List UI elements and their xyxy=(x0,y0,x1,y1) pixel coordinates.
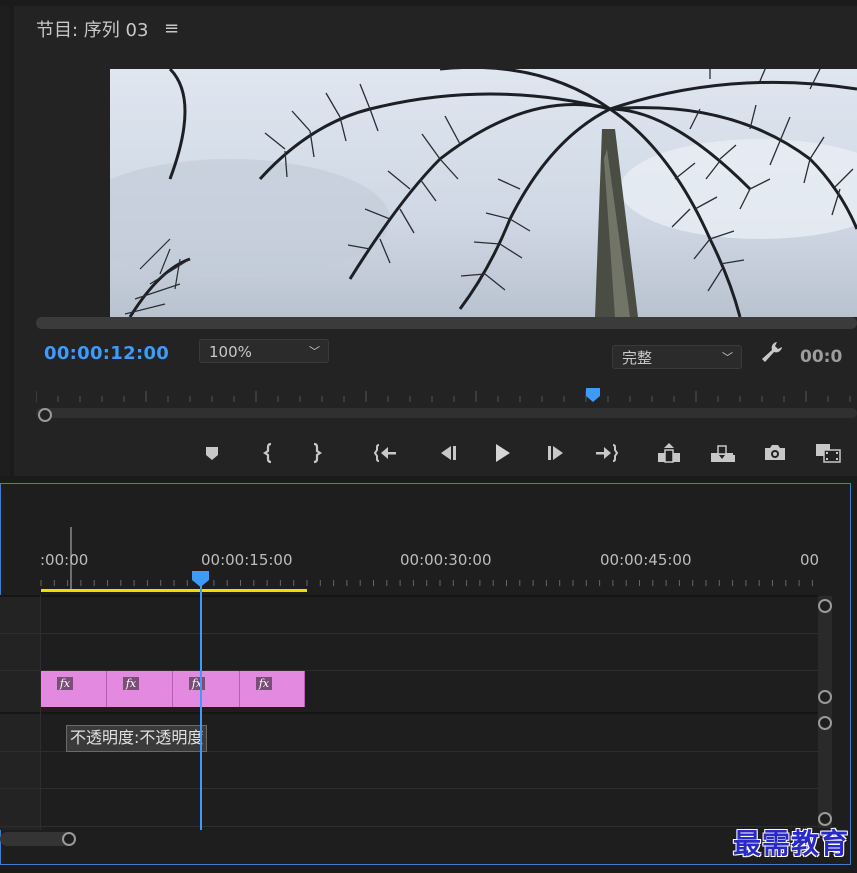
ruler-label: :00:00 xyxy=(40,551,89,569)
brand-watermark: 最需教育 xyxy=(733,827,850,860)
hamburger-menu-icon[interactable]: ≡ xyxy=(164,18,179,39)
track-divider xyxy=(0,595,818,597)
mini-playhead[interactable] xyxy=(586,388,600,402)
scroll-handle-top[interactable] xyxy=(818,599,832,613)
step-back-icon[interactable] xyxy=(434,438,464,468)
track-divider xyxy=(0,826,818,827)
fx-badge[interactable]: fx xyxy=(256,677,272,690)
chevron-down-icon: ﹀ xyxy=(309,345,320,358)
wrench-icon[interactable] xyxy=(759,340,785,364)
lift-icon[interactable] xyxy=(654,438,684,468)
track-divider xyxy=(0,633,818,634)
scroll-handle-bottom[interactable] xyxy=(818,690,832,704)
track-divider xyxy=(0,788,818,789)
zoom-level-select[interactable]: 100% ﹀ xyxy=(199,339,329,363)
mark-out-icon[interactable] xyxy=(301,438,331,468)
go-to-in-icon[interactable] xyxy=(371,438,401,468)
playhead-line[interactable] xyxy=(200,586,202,830)
timeline-clip[interactable]: fx xyxy=(41,671,107,707)
timeline-clip[interactable]: fx xyxy=(173,671,240,707)
video-preview xyxy=(110,69,857,317)
playhead-handle[interactable] xyxy=(192,571,209,587)
monitor-scrollbar[interactable] xyxy=(36,317,857,329)
ruler-label: 00:00:45:00 xyxy=(600,551,692,569)
ruler-label: 00 xyxy=(800,551,820,569)
ruler-label: 00:00:30:00 xyxy=(400,551,492,569)
left-panel-edge xyxy=(0,6,10,476)
header-divider xyxy=(40,595,41,830)
vertical-scrollbar[interactable] xyxy=(818,596,832,828)
playhead-timecode[interactable]: 00:00:12:00 xyxy=(44,343,169,364)
add-marker-icon[interactable] xyxy=(197,438,227,468)
ruler-label: 00:00:15:00 xyxy=(201,551,293,569)
mark-in-icon[interactable] xyxy=(254,438,284,468)
go-to-out-icon[interactable] xyxy=(591,438,621,468)
playback-resolution-select[interactable]: 完整 ﹀ xyxy=(612,345,742,369)
work-area-bar[interactable] xyxy=(41,589,307,592)
scroll-handle-right[interactable] xyxy=(62,832,76,846)
panel-title[interactable]: 节目: 序列 03 xyxy=(36,16,148,42)
video-audio-divider[interactable] xyxy=(0,712,818,714)
camera-icon[interactable] xyxy=(760,438,790,468)
chevron-down-icon: ﹀ xyxy=(722,351,733,364)
duration-timecode: 00:0 xyxy=(800,347,843,367)
fx-badge[interactable]: fx xyxy=(189,677,205,690)
fx-badge[interactable]: fx xyxy=(123,677,139,690)
timeline-clip[interactable]: fx xyxy=(107,671,173,707)
horizontal-scrollbar[interactable] xyxy=(0,832,76,846)
step-forward-icon[interactable] xyxy=(540,438,570,468)
playback-resolution-value: 完整 xyxy=(622,349,653,367)
button-editor-icon[interactable] xyxy=(813,438,843,468)
extract-icon[interactable] xyxy=(707,438,737,468)
scroll-handle-top[interactable] xyxy=(818,716,832,730)
zoom-start-handle[interactable] xyxy=(38,408,52,422)
program-monitor-panel: 节目: 序列 03 ≡ 00:00:12:00 100% ﹀ 完整 ﹀ 00:0 xyxy=(14,6,857,476)
zoom-level-value: 100% xyxy=(209,343,252,361)
play-icon[interactable] xyxy=(487,438,517,468)
mini-timeline-ruler[interactable] xyxy=(36,384,857,404)
mini-timeline-track[interactable] xyxy=(36,408,857,418)
timeline-clip[interactable]: fx xyxy=(240,671,305,707)
clip-tooltip: 不透明度:不透明度 xyxy=(66,725,208,752)
fx-badge[interactable]: fx xyxy=(57,677,73,690)
